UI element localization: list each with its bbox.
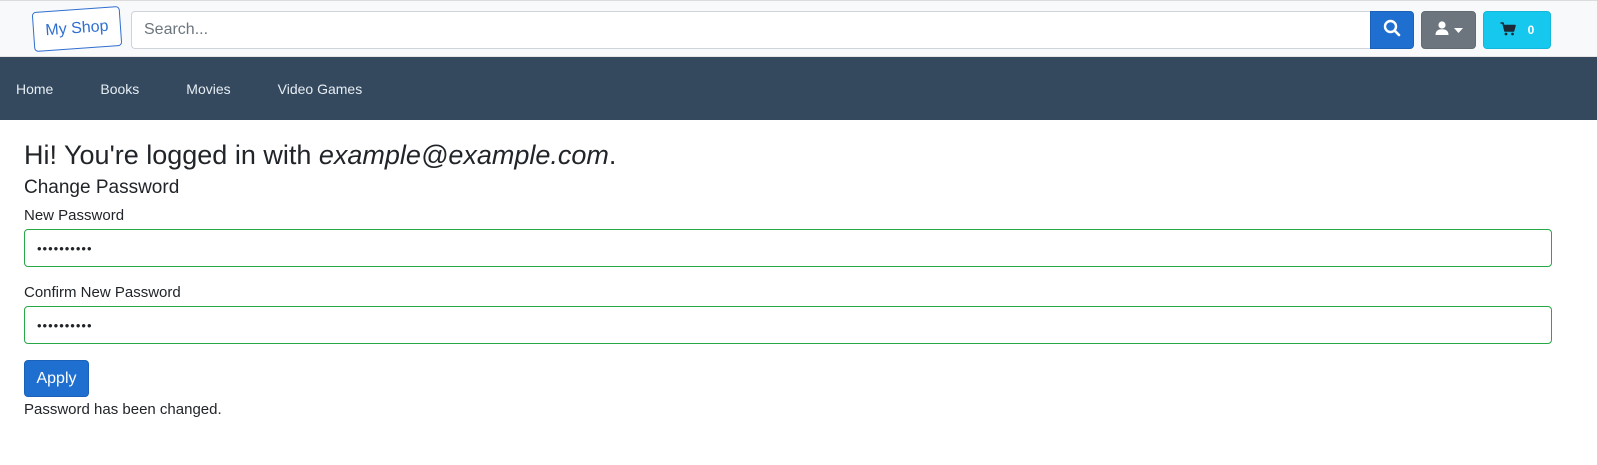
main-nav: Home Books Movies Video Games <box>0 57 1597 120</box>
caret-down-icon <box>1454 21 1463 39</box>
greeting-suffix: . <box>608 140 617 170</box>
new-password-label: New Password <box>24 207 125 224</box>
search-icon <box>1383 19 1401 42</box>
login-greeting: Hi! You're logged in with example@exampl… <box>24 120 1551 171</box>
cart-button[interactable]: 0 <box>1483 11 1551 49</box>
search-input[interactable] <box>131 11 1370 49</box>
user-icon <box>1434 20 1450 41</box>
nav-item-home[interactable]: Home <box>16 81 53 97</box>
nav-item-video-games[interactable]: Video Games <box>278 81 363 97</box>
top-bar: My Shop Search... 0 <box>0 0 1597 57</box>
nav-item-books[interactable]: Books <box>100 81 139 97</box>
user-email: example@example.com <box>318 140 609 170</box>
nav-item-movies[interactable]: Movies <box>186 81 230 97</box>
account-content: Hi! You're logged in with example@exampl… <box>0 120 1597 419</box>
cart-count-badge: 0 <box>1527 23 1535 37</box>
greeting-prefix: Hi! You're logged in with <box>24 140 319 170</box>
search-bar <box>131 11 1414 49</box>
confirm-password-field[interactable] <box>24 306 1552 344</box>
shop-logo-text: My Shop <box>44 17 110 40</box>
change-password-heading: Change Password <box>24 177 180 198</box>
shop-logo[interactable]: My Shop <box>31 5 123 53</box>
status-message: Password has been changed. <box>24 401 222 418</box>
apply-button[interactable]: Apply <box>24 360 89 397</box>
new-password-field[interactable] <box>24 229 1552 267</box>
search-button[interactable] <box>1370 11 1414 49</box>
user-menu-button[interactable] <box>1421 11 1476 49</box>
cart-icon <box>1500 21 1516 39</box>
confirm-password-label: Confirm New Password <box>24 284 181 301</box>
